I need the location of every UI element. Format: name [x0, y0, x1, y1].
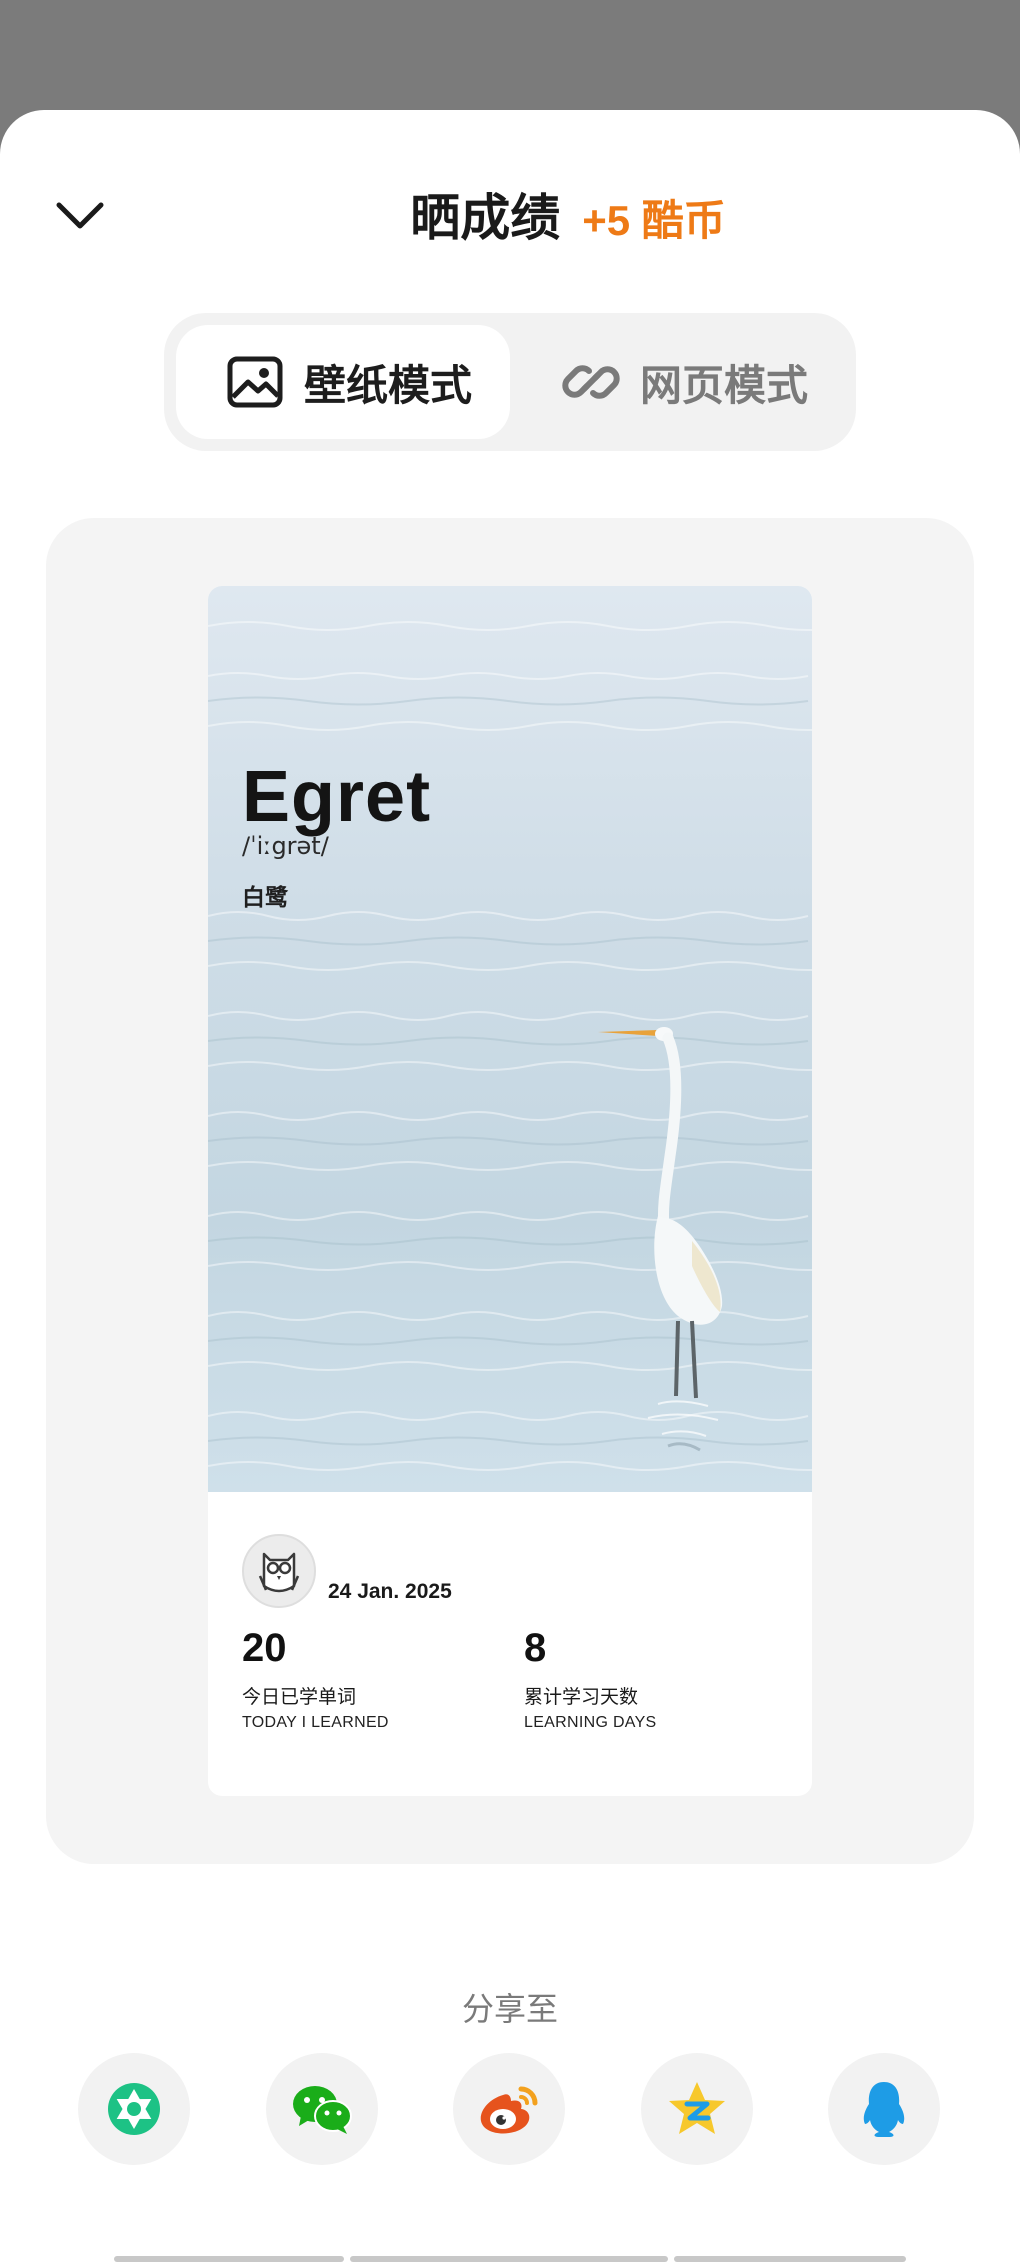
weibo-icon [480, 2086, 538, 2134]
word-phonetic: /ˈiːgrət/ [242, 832, 329, 860]
egret-photo: Egret /ˈiːgrət/ 白鹭 [208, 586, 812, 1492]
share-qq-button[interactable] [828, 2053, 940, 2165]
qzone-icon [669, 2082, 725, 2134]
share-title: 分享至 [461, 1991, 558, 2027]
image-icon [227, 356, 283, 408]
tab-label: 网页模式 [640, 361, 809, 409]
qq-icon [863, 2082, 905, 2137]
nav-bar-segment [114, 2256, 344, 2262]
stat-days-label-en: LEARNING DAYS [524, 1714, 657, 1731]
share-weibo-button[interactable] [453, 2053, 565, 2165]
word-meaning: 白鹭 [242, 884, 288, 910]
wechat-icon [293, 2086, 352, 2134]
link-icon [562, 365, 620, 399]
share-moments-button[interactable] [78, 2053, 190, 2165]
tab-webpage-mode[interactable]: 网页模式 [520, 325, 844, 439]
owl-icon [258, 1552, 300, 1593]
nav-bar-segment [674, 2256, 906, 2262]
reward-badge: +5 酷币 [582, 197, 726, 244]
stat-words-label-cn: 今日已学单词 [242, 1687, 357, 1708]
header: 晒成绩 +5 酷币 [0, 178, 1020, 250]
tab-wallpaper-mode[interactable]: 壁纸模式 [176, 325, 510, 439]
mode-switch: 壁纸模式 网页模式 [164, 313, 856, 451]
share-qzone-button[interactable] [641, 2053, 753, 2165]
avatar [242, 1534, 316, 1608]
wechat-moments-icon [108, 2083, 160, 2135]
egret-bird [598, 1027, 723, 1452]
stat-days-value: 8 [524, 1626, 547, 1670]
word-title: Egret [242, 757, 432, 837]
stat-words-value: 20 [242, 1626, 287, 1670]
wallpaper-card: Egret /ˈiːgrət/ 白鹭 24 Jan. 2025 20 今日已学单… [208, 586, 812, 1796]
nav-bar-segment [350, 2256, 668, 2262]
stat-words-label-en: TODAY I LEARNED [242, 1714, 389, 1731]
tab-label: 壁纸模式 [304, 361, 473, 409]
share-wechat-button[interactable] [266, 2053, 378, 2165]
stat-days-label-cn: 累计学习天数 [524, 1687, 639, 1708]
card-date: 24 Jan. 2025 [328, 1580, 452, 1603]
page-title: 晒成绩 [410, 190, 561, 246]
